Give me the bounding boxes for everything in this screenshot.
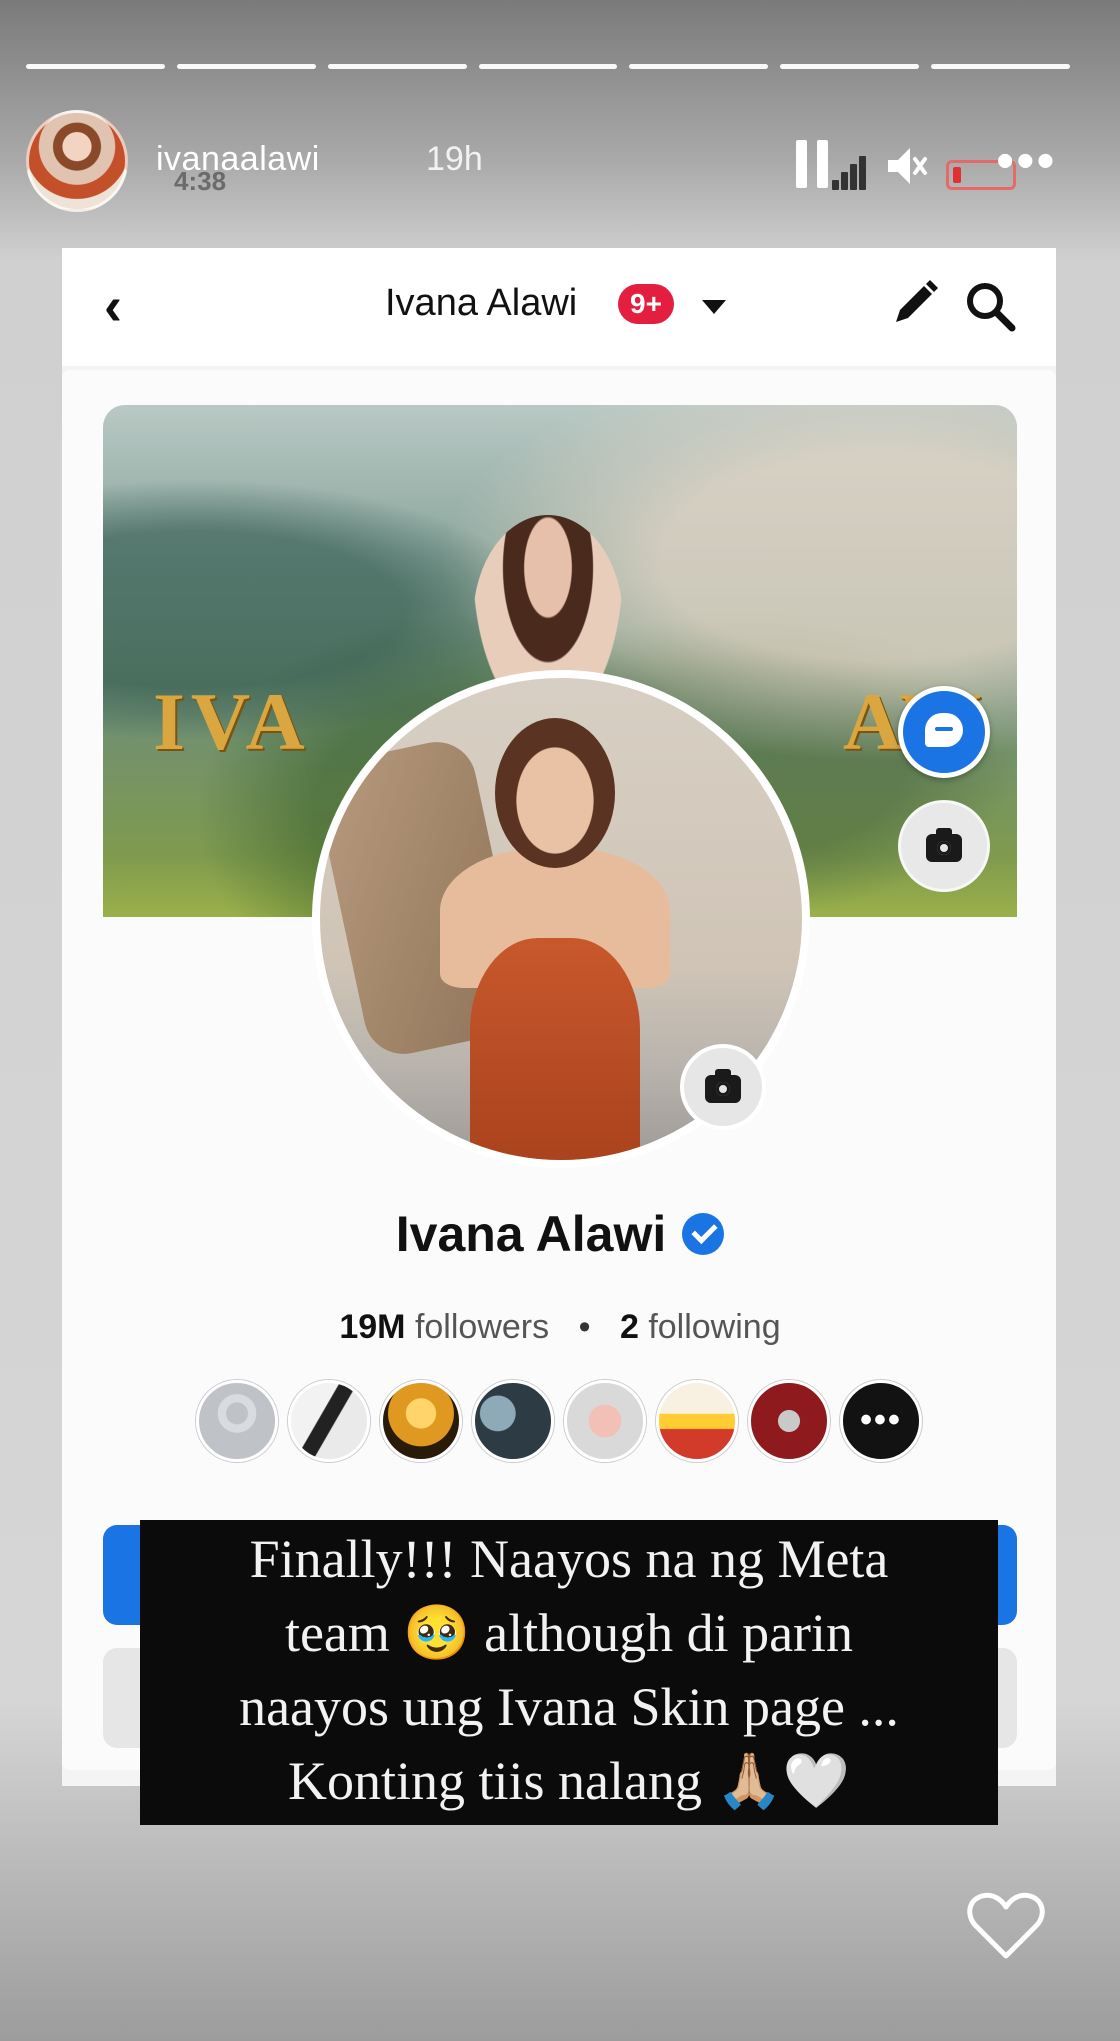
story-progress-segment bbox=[26, 64, 165, 69]
verified-icon bbox=[682, 1212, 725, 1255]
pencil-icon[interactable] bbox=[886, 276, 942, 332]
story-caption: Finally!!! Naayos na ng Meta team 🥹 alth… bbox=[140, 1520, 998, 1825]
profile-camera-button[interactable] bbox=[680, 1044, 766, 1130]
story-progress-bar bbox=[26, 64, 1071, 69]
caption-line: team 🥹 although di parin bbox=[284, 1603, 854, 1663]
profile-name-text: Ivana Alawi bbox=[395, 1206, 667, 1262]
heart-icon[interactable] bbox=[966, 1890, 1046, 1962]
story-username[interactable]: ivanaalawi bbox=[156, 140, 320, 179]
following-count[interactable]: 2 bbox=[620, 1308, 639, 1346]
more-icon[interactable]: ••• bbox=[996, 135, 1057, 187]
follower-avatar[interactable] bbox=[656, 1380, 738, 1462]
follow-stats: 19M followers • 2 following bbox=[0, 1308, 1120, 1347]
back-icon[interactable]: ‹ bbox=[104, 278, 122, 334]
messenger-button[interactable] bbox=[898, 686, 990, 778]
cover-camera-button[interactable] bbox=[898, 800, 990, 892]
story-progress-segment bbox=[931, 64, 1071, 69]
followers-label[interactable]: followers bbox=[415, 1308, 549, 1346]
story-progress-segment bbox=[176, 64, 316, 69]
orange-dress bbox=[470, 938, 640, 1160]
following-label[interactable]: following bbox=[648, 1308, 780, 1346]
story-header: 4:38 ivanaalawi 19h ••• bbox=[26, 110, 1096, 214]
fb-profile-header: ‹ Ivana Alawi 9+ bbox=[62, 248, 1056, 366]
signal-icon bbox=[832, 156, 868, 190]
story-progress-segment bbox=[478, 64, 618, 69]
messenger-icon bbox=[925, 713, 963, 747]
story-time-ago: 19h bbox=[426, 140, 483, 178]
follower-avatar[interactable] bbox=[288, 1380, 370, 1462]
follower-avatar[interactable] bbox=[748, 1380, 830, 1462]
caption-line: naayos ung Ivana Skin page ... bbox=[239, 1677, 899, 1737]
caption-line: Finally!!! Naayos na ng Meta bbox=[249, 1529, 889, 1589]
story-progress-segment bbox=[629, 64, 769, 69]
caption-line: Konting tiis nalang 🙏🏼🤍 bbox=[288, 1751, 850, 1811]
followers-count[interactable]: 19M bbox=[339, 1308, 405, 1346]
follower-avatar[interactable] bbox=[380, 1380, 462, 1462]
more-dots-icon: ••• bbox=[860, 1401, 902, 1439]
story-user-avatar[interactable] bbox=[26, 110, 128, 212]
camera-icon bbox=[705, 1069, 741, 1103]
story-progress-segment bbox=[780, 64, 920, 69]
notification-badge: 9+ bbox=[618, 284, 674, 324]
mute-icon[interactable] bbox=[884, 142, 928, 190]
search-icon[interactable] bbox=[962, 278, 1018, 334]
camera-icon bbox=[926, 828, 962, 862]
caret-down-icon[interactable] bbox=[702, 300, 726, 314]
follower-avatar[interactable] bbox=[472, 1380, 554, 1462]
fb-header-title[interactable]: Ivana Alawi bbox=[385, 282, 577, 325]
follower-avatar[interactable] bbox=[564, 1380, 646, 1462]
stats-separator: • bbox=[578, 1308, 591, 1346]
story-progress-segment bbox=[327, 64, 467, 69]
profile-name: Ivana Alawi bbox=[0, 1205, 1120, 1263]
cover-title-left: IVA bbox=[153, 676, 311, 767]
follower-avatar[interactable] bbox=[196, 1380, 278, 1462]
profile-figure-head bbox=[495, 718, 615, 868]
pause-icon[interactable] bbox=[796, 140, 828, 188]
more-followers-button[interactable]: ••• bbox=[840, 1380, 922, 1462]
follower-avatars-row: ••• bbox=[196, 1380, 922, 1462]
